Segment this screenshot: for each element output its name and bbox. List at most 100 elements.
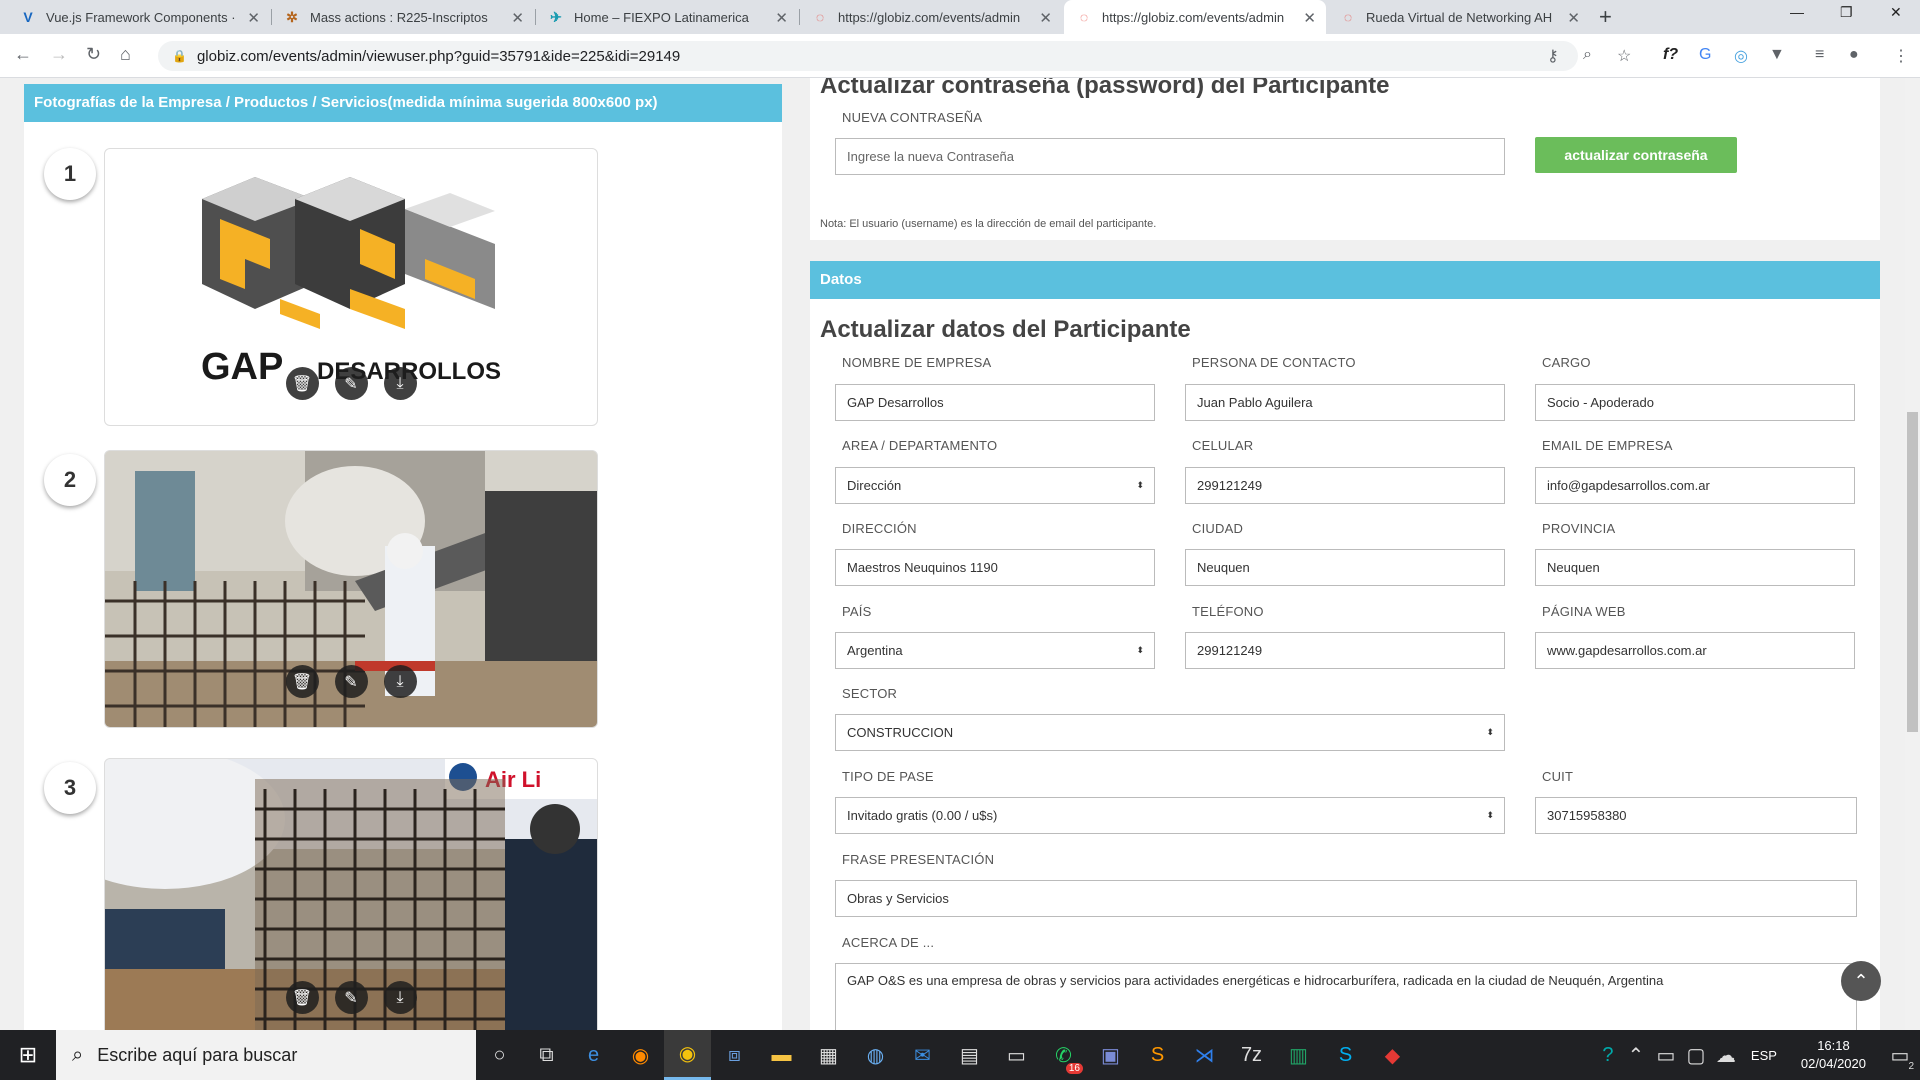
pais-select[interactable]: Argentina ⬍ <box>835 632 1155 669</box>
taskbar-search[interactable]: ⌕ Escribe aquí para buscar <box>56 1030 476 1080</box>
scrollbar-thumb[interactable] <box>1907 412 1918 732</box>
tab-mass-actions[interactable]: ✲ Mass actions : R225-Inscriptos ✕ <box>272 0 534 34</box>
help-icon[interactable]: ? <box>1595 1030 1621 1080</box>
email-field[interactable]: info@gapdesarrollos.com.ar <box>1535 467 1855 504</box>
scanner-icon[interactable]: ▤ <box>946 1030 993 1080</box>
home-icon[interactable]: ⌂ <box>120 44 131 65</box>
label-pais: PAÍS <box>842 604 872 619</box>
cargo-field[interactable]: Socio - Apoderado <box>1535 384 1855 421</box>
pencil-icon[interactable]: ✎ <box>334 665 368 698</box>
frase-field[interactable]: Obras y Servicios <box>835 880 1857 917</box>
restore-icon[interactable]: ❐ <box>1840 4 1853 21</box>
reading-list-icon[interactable]: ≡ <box>1815 46 1824 64</box>
new-tab-button[interactable]: + <box>1599 4 1612 30</box>
contacto-field[interactable]: Juan Pablo Aguilera <box>1185 384 1505 421</box>
pencil-icon[interactable]: ✎ <box>334 981 368 1014</box>
bookmark-star-icon[interactable]: ☆ <box>1617 46 1631 66</box>
sublime-text-icon[interactable]: S <box>1134 1030 1181 1080</box>
pencil-icon[interactable]: ✎ <box>334 367 368 400</box>
tab-vuetify[interactable]: V Vue.js Framework Components · ✕ <box>8 0 270 34</box>
sector-select[interactable]: CONSTRUCCION ⬍ <box>835 714 1505 751</box>
celular-field[interactable]: 299121249 <box>1185 467 1505 504</box>
edge-icon[interactable]: e <box>570 1030 617 1080</box>
tab-globiz-admin-1[interactable]: ◌ https://globiz.com/events/admin ✕ <box>800 0 1062 34</box>
calculator-icon[interactable]: ▦ <box>805 1030 852 1080</box>
window-close-icon[interactable]: ✕ <box>1890 4 1902 21</box>
save-app-icon[interactable]: ▣ <box>1087 1030 1134 1080</box>
anydesk-icon[interactable]: ◆ <box>1369 1030 1416 1080</box>
cortana-icon[interactable]: ○ <box>476 1030 523 1080</box>
formula-extension-icon[interactable]: f? <box>1663 46 1678 64</box>
download-icon[interactable]: ⤓ <box>383 981 417 1014</box>
tab-rueda-virtual[interactable]: ◌ Rueda Virtual de Networking AH ✕ <box>1328 0 1590 34</box>
clock[interactable]: 16:18 02/04/2020 <box>1787 1037 1880 1073</box>
skype-icon[interactable]: S <box>1322 1030 1369 1080</box>
notifications-icon[interactable]: ▭ 2 <box>1880 1030 1920 1080</box>
update-password-button[interactable]: actualizar contraseña <box>1535 137 1737 173</box>
extension-icon[interactable]: ◎ <box>1734 46 1748 66</box>
close-icon[interactable]: ✕ <box>247 9 260 27</box>
7zip-icon[interactable]: 7z <box>1228 1030 1275 1080</box>
terminal-icon[interactable]: ▭ <box>993 1030 1040 1080</box>
ciudad-field[interactable]: Neuquen <box>1185 549 1505 586</box>
download-icon[interactable]: ⤓ <box>383 367 417 400</box>
close-icon[interactable]: ✕ <box>1303 9 1316 27</box>
key-icon[interactable]: ⚷ <box>1547 46 1559 66</box>
photo-3[interactable]: Air Li 🗑 ✎ ⤓ <box>104 758 598 1030</box>
pase-select[interactable]: Invitado gratis (0.00 / u$s) ⬍ <box>835 797 1505 834</box>
mail-icon[interactable]: ✉ <box>899 1030 946 1080</box>
close-icon[interactable]: ✕ <box>1567 9 1580 27</box>
minimize-icon[interactable]: — <box>1790 4 1804 20</box>
loading-icon: ◌ <box>815 9 825 25</box>
back-icon[interactable]: ← <box>14 44 32 65</box>
cuit-field[interactable]: 30715958380 <box>1535 797 1857 834</box>
excel-icon[interactable]: ▥ <box>1275 1030 1322 1080</box>
menu-kebab-icon[interactable]: ⋮ <box>1893 46 1909 66</box>
scroll-to-top-button[interactable]: ⌃ <box>1841 961 1881 1001</box>
windows-start-icon[interactable]: ⊞ <box>0 1030 56 1080</box>
close-icon[interactable]: ✕ <box>511 9 524 27</box>
area-select[interactable]: Dirección ⬍ <box>835 467 1155 504</box>
firefox-icon[interactable]: ◉ <box>617 1030 664 1080</box>
photo-2[interactable]: 🗑 ✎ ⤓ <box>104 450 598 728</box>
download-icon[interactable]: ⤓ <box>383 665 417 698</box>
onedrive-icon[interactable]: ☁ <box>1711 1030 1741 1080</box>
network-icon[interactable]: ▢ <box>1681 1030 1711 1080</box>
provincia-field[interactable]: Neuquen <box>1535 549 1855 586</box>
trash-icon[interactable]: 🗑 <box>285 981 319 1014</box>
vuejs-devtools-icon[interactable]: ▼ <box>1769 46 1785 64</box>
telefono-field[interactable]: 299121249 <box>1185 632 1505 669</box>
trash-icon[interactable]: 🗑 <box>285 665 319 698</box>
chrome-icon[interactable]: ◉ <box>664 1030 711 1080</box>
vpn-icon[interactable]: ◍ <box>852 1030 899 1080</box>
pais-value: Argentina <box>847 643 903 658</box>
close-icon[interactable]: ✕ <box>1039 9 1052 27</box>
label-web: PÁGINA WEB <box>1542 604 1626 619</box>
new-password-input[interactable]: Ingrese la nueva Contraseña <box>835 138 1505 175</box>
network-app-icon[interactable]: ⧈ <box>711 1030 758 1080</box>
acerca-textarea[interactable]: GAP O&S es una empresa de obras y servic… <box>835 963 1857 1030</box>
whatsapp-icon[interactable]: ✆ 16 <box>1040 1030 1087 1080</box>
page-scrollbar[interactable] <box>1905 78 1920 1030</box>
tab-globiz-admin-active[interactable]: ◌ https://globiz.com/events/admin ✕ <box>1064 0 1326 34</box>
photo-1[interactable]: GAP DESARROLLOS 🗑 ✎ ⤓ <box>104 148 598 426</box>
vscode-icon[interactable]: ⋊ <box>1181 1030 1228 1080</box>
translate-extension-icon[interactable]: G <box>1699 46 1711 64</box>
zoom-icon[interactable]: ⌕ <box>1583 46 1592 64</box>
chevron-up-icon[interactable]: ⌃ <box>1621 1030 1651 1080</box>
forward-icon[interactable]: → <box>50 44 68 65</box>
tab-fiexpo[interactable]: ✈ Home – FIEXPO Latinamerica ✕ <box>536 0 798 34</box>
trash-icon[interactable]: 🗑 <box>285 367 319 400</box>
web-field[interactable]: www.gapdesarrollos.com.ar <box>1535 632 1855 669</box>
reload-icon[interactable]: ↻ <box>86 44 101 65</box>
file-explorer-icon[interactable]: ▬ <box>758 1030 805 1080</box>
language-indicator[interactable]: ESP <box>1741 1048 1787 1063</box>
avatar[interactable]: ● <box>1849 46 1859 64</box>
battery-icon[interactable]: ▭ <box>1651 1030 1681 1080</box>
close-icon[interactable]: ✕ <box>775 9 788 27</box>
photo-actions: 🗑 ✎ ⤓ <box>105 981 597 1014</box>
direccion-field[interactable]: Maestros Neuquinos 1190 <box>835 549 1155 586</box>
empresa-field[interactable]: GAP Desarrollos <box>835 384 1155 421</box>
task-view-icon[interactable]: ⧉ <box>523 1030 570 1080</box>
url-bar[interactable]: 🔒 globiz.com/events/admin/viewuser.php?g… <box>158 41 1578 71</box>
